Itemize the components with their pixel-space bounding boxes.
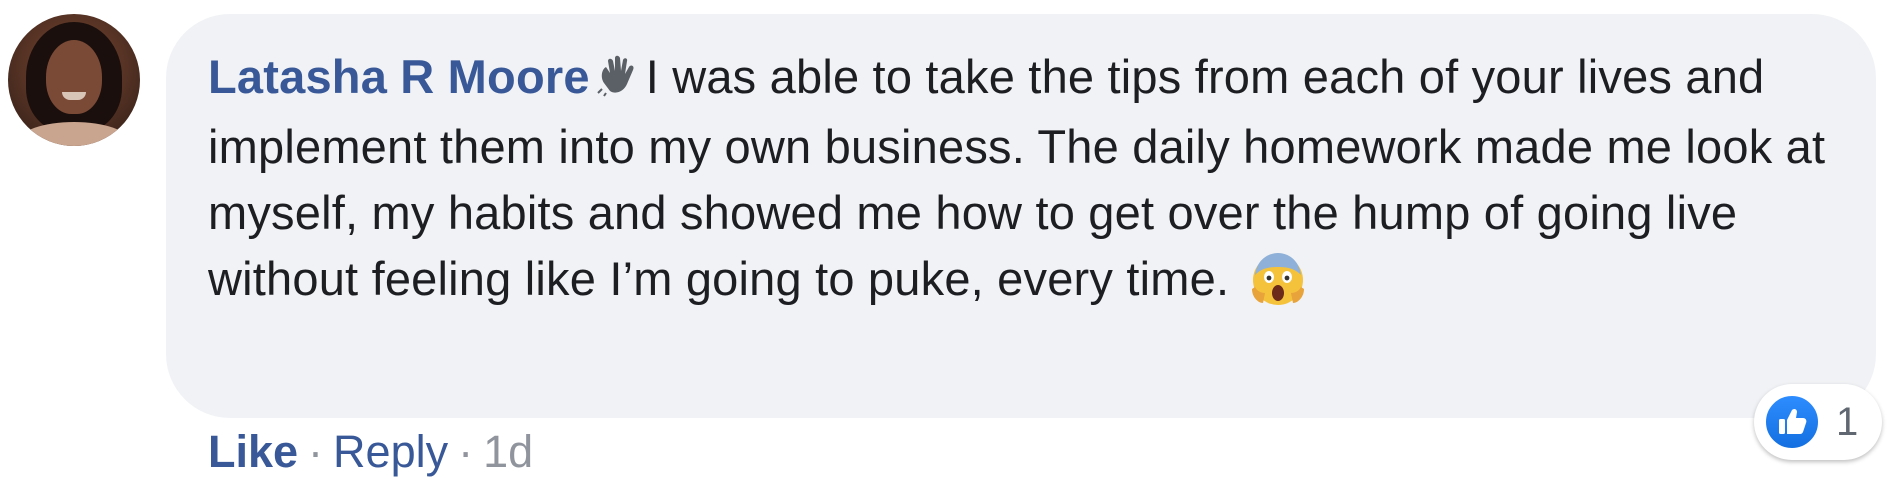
separator: · [458, 426, 474, 477]
avatar[interactable] [8, 14, 140, 146]
reaction-summary[interactable]: 1 [1754, 384, 1882, 460]
avatar-shoulders [18, 122, 130, 146]
timestamp[interactable]: 1d [483, 426, 533, 477]
reply-button[interactable]: Reply [333, 426, 448, 477]
avatar-face [46, 40, 102, 114]
comment: Latasha R Moore I was able to take the t… [0, 0, 1902, 494]
reaction-count: 1 [1836, 400, 1859, 444]
like-button[interactable]: Like [208, 426, 298, 477]
screaming-face-icon [1249, 249, 1307, 324]
like-thumb-icon [1762, 392, 1822, 452]
comment-text: Latasha R Moore I was able to take the t… [208, 44, 1848, 324]
separator: · [308, 426, 324, 477]
comment-actions: Like · Reply · 1d [208, 424, 533, 480]
author-name[interactable]: Latasha R Moore [208, 50, 590, 103]
waving-hand-icon [594, 48, 638, 114]
